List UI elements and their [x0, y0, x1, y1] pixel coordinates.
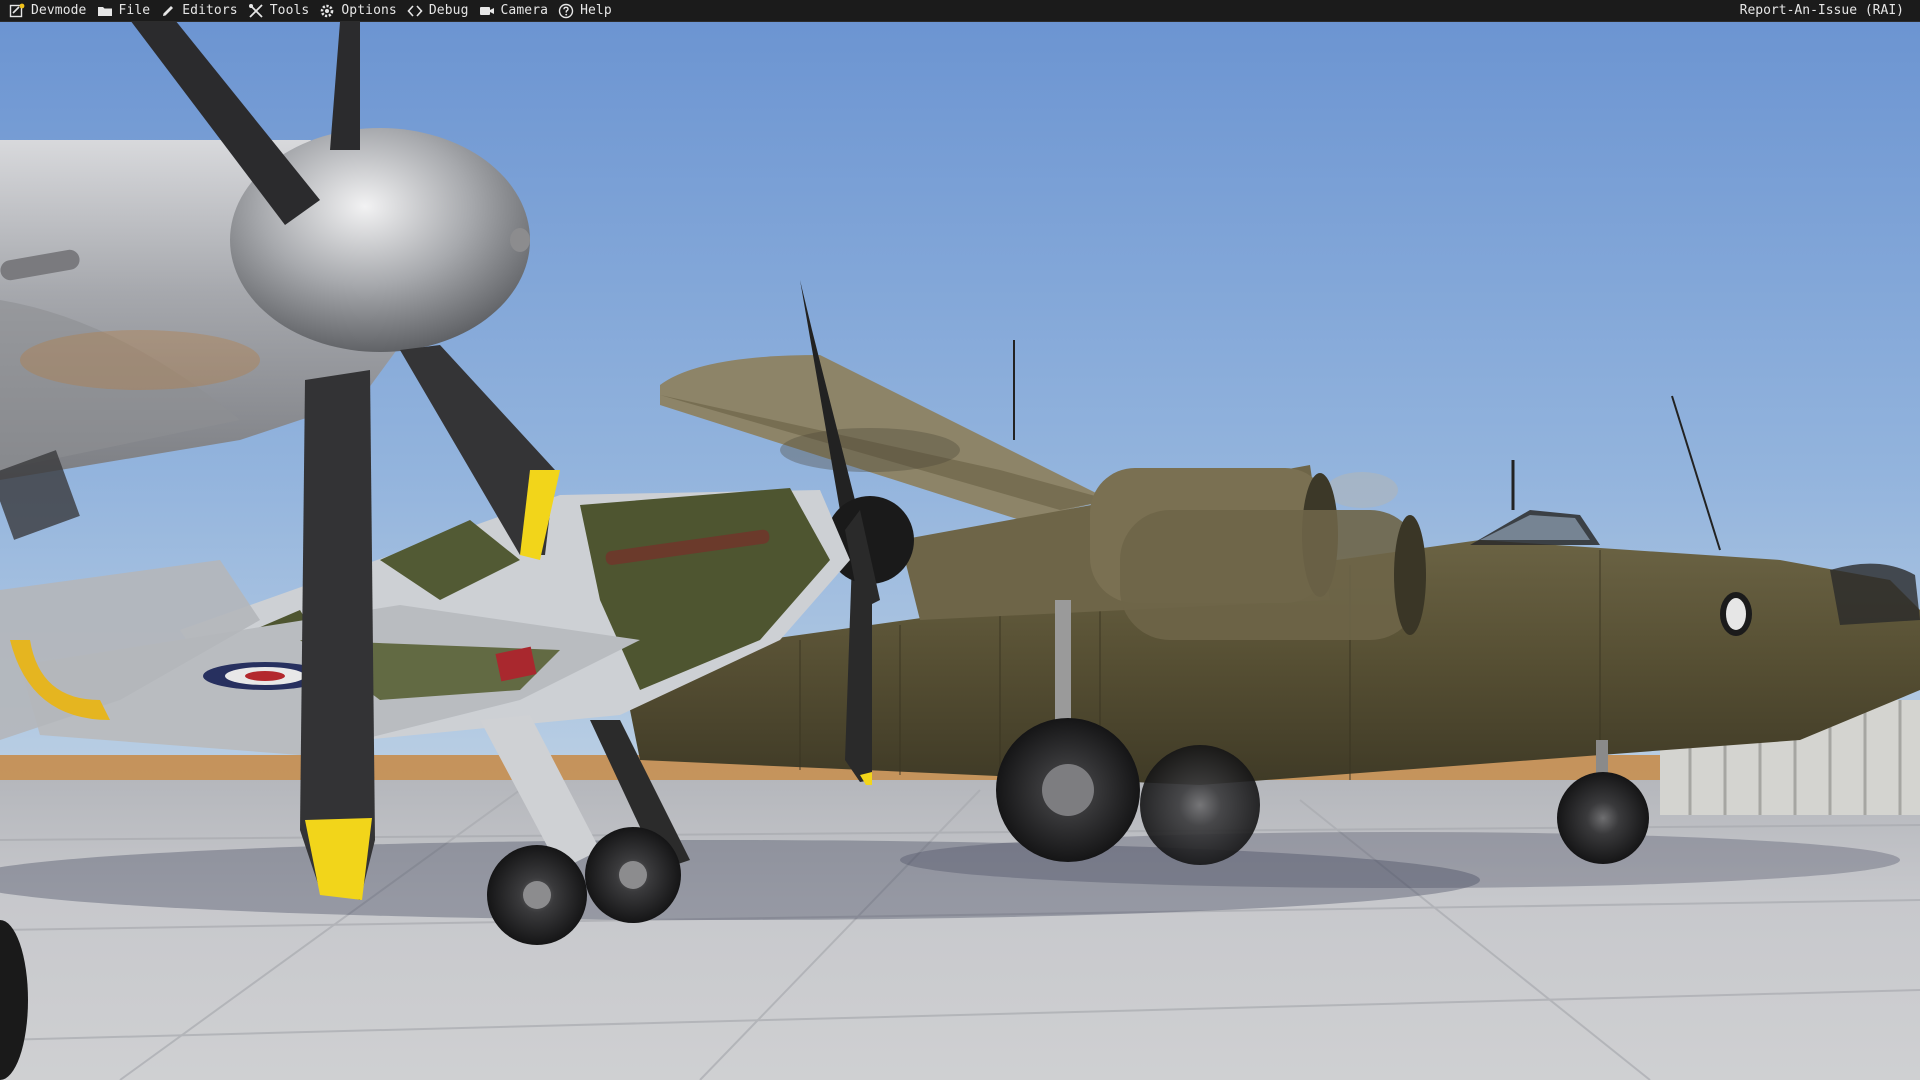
- pencil-icon: [160, 3, 176, 19]
- flight-sim-viewport[interactable]: Devmode File Editors Tools Options Debug…: [0, 0, 1920, 1080]
- menu-camera-label: Camera: [500, 2, 549, 18]
- menu-tools[interactable]: Tools: [245, 0, 317, 22]
- help-icon: [558, 3, 574, 19]
- menu-devmode[interactable]: Devmode: [6, 0, 94, 22]
- menu-editors[interactable]: Editors: [157, 0, 245, 22]
- menu-help-label: Help: [580, 2, 612, 18]
- menu-help[interactable]: Help: [555, 0, 619, 22]
- report-an-issue-link[interactable]: Report-An-Issue (RAI): [1732, 0, 1920, 22]
- code-icon: [407, 3, 423, 19]
- menu-file[interactable]: File: [94, 0, 158, 22]
- camera-icon: [479, 3, 495, 19]
- menu-editors-label: Editors: [182, 2, 238, 18]
- menu-tools-label: Tools: [269, 2, 310, 18]
- aircraft-scene[interactable]: [0, 0, 1920, 1080]
- menu-options-label: Options: [341, 2, 397, 18]
- menu-options[interactable]: Options: [316, 0, 404, 22]
- gear-icon: [319, 3, 335, 19]
- tools-icon: [248, 3, 264, 19]
- dev-menubar: Devmode File Editors Tools Options Debug…: [0, 0, 1920, 22]
- menu-file-label: File: [118, 2, 151, 18]
- menu-debug-label: Debug: [428, 2, 469, 18]
- folder-icon: [97, 3, 113, 19]
- menu-camera[interactable]: Camera: [476, 0, 556, 22]
- menu-debug[interactable]: Debug: [404, 0, 476, 22]
- devmode-icon: [9, 3, 25, 19]
- menu-devmode-label: Devmode: [31, 2, 87, 18]
